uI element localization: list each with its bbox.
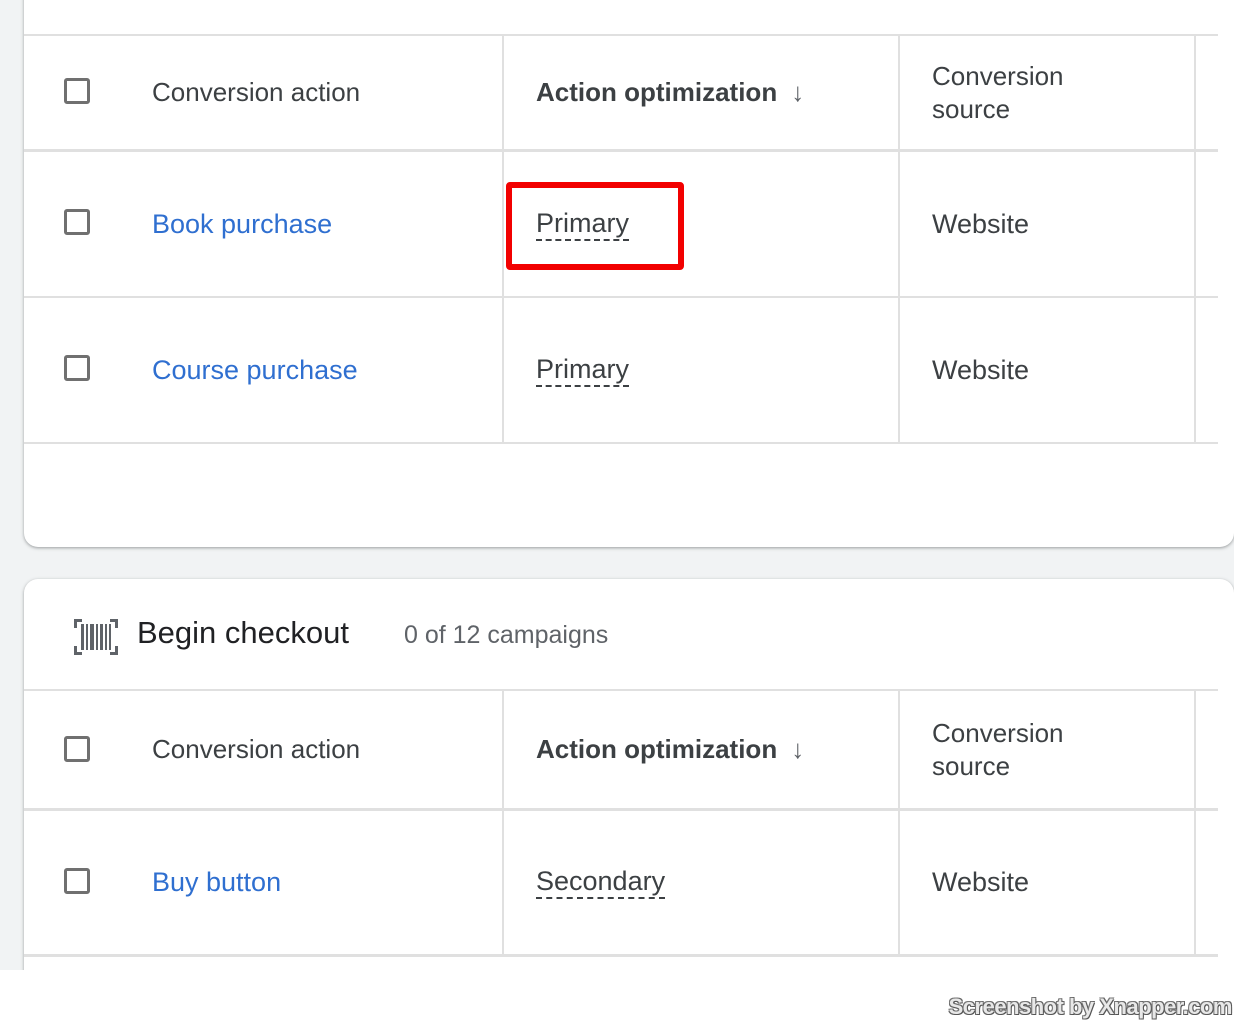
conversion-action-link[interactable]: Book purchase — [152, 209, 332, 240]
column-divider — [1194, 152, 1196, 296]
column-divider — [1194, 298, 1196, 442]
table-header-row: Conversion action Action optimization ↓ … — [24, 34, 1218, 152]
begin-checkout-card: Begin checkout 0 of 12 campaigns Convers… — [24, 579, 1234, 979]
conversion-source-value: Website — [932, 354, 1030, 385]
section-title: Begin checkout — [137, 615, 349, 650]
conversion-action-link[interactable]: Course purchase — [152, 355, 358, 386]
column-divider — [502, 36, 504, 149]
column-divider — [898, 152, 900, 296]
header-conversion-source[interactable]: Conversion source — [932, 36, 1064, 149]
header-conversion-action[interactable]: Conversion action — [152, 691, 360, 808]
watermark: Screenshot by Xnapper.com — [948, 994, 1233, 1019]
column-divider — [898, 36, 900, 149]
column-divider — [898, 298, 900, 442]
section-header: Begin checkout 0 of 12 campaigns — [24, 579, 1218, 691]
column-divider — [502, 298, 504, 442]
select-all-checkbox[interactable] — [64, 78, 90, 104]
conversion-source-value: Website — [932, 208, 1030, 239]
column-divider — [1194, 811, 1196, 954]
column-divider — [502, 811, 504, 954]
arrow-down-icon[interactable]: ↓ — [791, 77, 804, 108]
column-divider — [502, 152, 504, 296]
row-checkbox[interactable] — [64, 355, 90, 381]
row-checkbox[interactable] — [64, 209, 90, 235]
table-row: Course purchase Primary Website — [24, 298, 1218, 444]
action-optimization-value[interactable]: Secondary — [536, 866, 666, 899]
header-action-optimization[interactable]: Action optimization ↓ — [536, 36, 804, 149]
campaign-count: 0 of 12 campaigns — [404, 621, 609, 649]
arrow-down-icon[interactable]: ↓ — [791, 734, 804, 765]
header-conversion-action[interactable]: Conversion action — [152, 36, 360, 149]
barcode-icon — [74, 619, 118, 655]
row-checkbox[interactable] — [64, 868, 90, 894]
conversion-action-link[interactable]: Buy button — [152, 867, 281, 898]
table-header-row: Conversion action Action optimization ↓ … — [24, 691, 1218, 811]
table-row: Buy button Secondary Website — [24, 811, 1218, 957]
header-conversion-source[interactable]: Conversion source — [932, 691, 1064, 808]
highlight-annotation-box — [506, 182, 684, 270]
header-action-optimization[interactable]: Action optimization ↓ — [536, 691, 804, 808]
column-divider — [898, 691, 900, 808]
action-optimization-value[interactable]: Primary — [536, 354, 629, 387]
select-all-checkbox[interactable] — [64, 736, 90, 762]
column-divider — [898, 811, 900, 954]
column-divider — [1194, 36, 1196, 149]
column-divider — [1194, 691, 1196, 808]
column-divider — [502, 691, 504, 808]
conversion-source-value: Website — [932, 867, 1030, 897]
conversion-table-card: Conversion action Action optimization ↓ … — [24, 0, 1234, 547]
